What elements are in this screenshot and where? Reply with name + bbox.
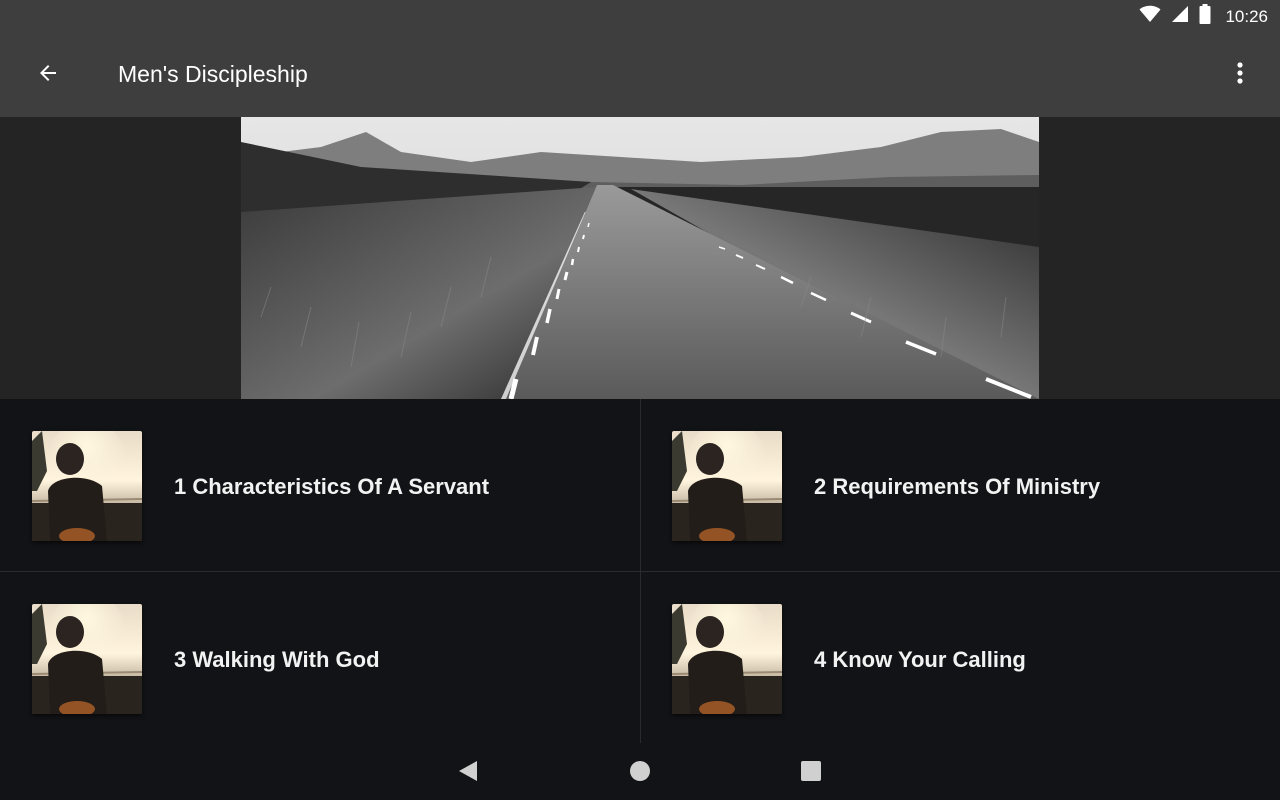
lesson-title: 1 Characteristics Of A Servant bbox=[174, 474, 490, 499]
lesson-card-2[interactable]: 2 Requirements Of Ministry bbox=[640, 399, 1280, 571]
nav-home-icon bbox=[629, 760, 651, 787]
lesson-thumbnail bbox=[672, 431, 782, 541]
status-time: 10:26 bbox=[1225, 6, 1268, 26]
wifi-icon bbox=[1139, 5, 1161, 28]
lesson-card-3[interactable]: 3 Walking With God bbox=[0, 572, 640, 744]
arrow-back-icon bbox=[36, 61, 60, 90]
nav-recents-icon bbox=[800, 760, 822, 787]
lesson-title: 2 Requirements Of Ministry bbox=[814, 474, 1101, 499]
nav-recents-button[interactable] bbox=[791, 753, 831, 793]
app-bar: Men's Discipleship bbox=[0, 33, 1280, 117]
lesson-title: 4 Know Your Calling bbox=[814, 647, 1026, 672]
lesson-thumbnail bbox=[32, 604, 142, 714]
lesson-thumbnail bbox=[672, 604, 782, 714]
lesson-card-1[interactable]: 1 Characteristics Of A Servant bbox=[0, 399, 640, 571]
system-nav-bar bbox=[0, 743, 1280, 800]
nav-back-button[interactable] bbox=[448, 753, 488, 793]
overflow-menu-button[interactable] bbox=[1220, 53, 1260, 97]
nav-back-icon bbox=[458, 760, 478, 787]
hero-image bbox=[241, 117, 1039, 399]
back-button[interactable] bbox=[24, 53, 72, 97]
more-vertical-icon bbox=[1236, 61, 1244, 90]
lesson-thumbnail bbox=[32, 431, 142, 541]
lesson-title: 3 Walking With God bbox=[174, 647, 380, 672]
lesson-card-4[interactable]: 4 Know Your Calling bbox=[640, 572, 1280, 744]
nav-home-button[interactable] bbox=[620, 753, 660, 793]
status-bar: 10:26 bbox=[0, 0, 1280, 33]
cell-signal-icon bbox=[1171, 5, 1189, 28]
lessons-grid: 1 Characteristics Of A Servant 2 Require… bbox=[0, 399, 1280, 743]
hero-banner-area bbox=[0, 117, 1280, 399]
page-title: Men's Discipleship bbox=[118, 61, 308, 87]
battery-icon bbox=[1199, 4, 1211, 29]
